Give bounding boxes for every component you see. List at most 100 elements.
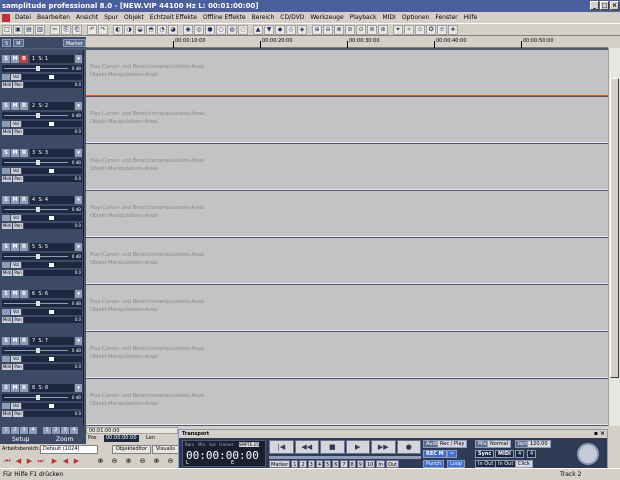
track-lane[interactable]: Play-Cursor- und Bereichsmanipulations-A… <box>86 97 608 143</box>
midi-button[interactable]: MIDI <box>495 450 514 458</box>
menu-bearbeiten[interactable]: Bearbeiten <box>34 14 73 21</box>
record-arm-button[interactable]: R <box>20 102 28 110</box>
pan-button[interactable]: Pan <box>13 270 23 276</box>
scissors-icon[interactable]: ✂ <box>447 450 458 458</box>
track-meter[interactable]: 0 dB <box>2 394 82 401</box>
midi-in-out[interactable]: In Out <box>495 460 517 468</box>
vol-button[interactable]: Vol <box>11 262 21 268</box>
record-arm-button[interactable]: R <box>20 290 28 298</box>
maximize-button[interactable]: □ <box>600 1 609 10</box>
record-arm-button[interactable]: R <box>20 149 28 157</box>
fx-button[interactable] <box>2 74 10 80</box>
toolbar-icon[interactable]: ✂ <box>50 24 60 35</box>
track-lane[interactable]: Play-Cursor- und Bereichsmanipulations-A… <box>86 238 608 284</box>
minimize-button[interactable]: _ <box>590 1 599 10</box>
track-lane[interactable]: Play-Cursor- und Bereichsmanipulations-A… <box>86 285 608 331</box>
menu-optionen[interactable]: Optionen <box>399 14 433 21</box>
click-button[interactable]: Click <box>515 460 533 468</box>
track-name[interactable]: 4 S: 4 <box>30 196 74 204</box>
menu-datei[interactable]: Datei <box>12 14 34 21</box>
vol-button[interactable]: Vol <box>11 168 21 174</box>
toolbar-icon[interactable]: ⊛ <box>378 24 388 35</box>
track-lane[interactable]: Play-Cursor- und Bereichsmanipulations-A… <box>86 50 608 96</box>
solo-button[interactable]: S <box>2 243 10 251</box>
zoom-out-icon[interactable]: ⊖ <box>110 457 119 466</box>
display-mode-frames[interactable]: Frames <box>219 442 234 447</box>
vol-button[interactable]: Vol <box>11 403 21 409</box>
fast-forward-button[interactable]: ▶▶ <box>371 440 396 454</box>
menu-objekt[interactable]: Objekt <box>121 14 147 21</box>
track-name[interactable]: 7 S: 7 <box>30 337 74 345</box>
vol-fader[interactable] <box>22 356 82 362</box>
scrollbar-thumb[interactable] <box>610 78 619 378</box>
time-display[interactable]: Bars Min Sec Frames SMPTE 25 00:00:00:00… <box>182 440 266 467</box>
menu-hilfe[interactable]: Hilfe <box>461 14 481 21</box>
record-button[interactable]: ● <box>396 440 421 454</box>
solo-button[interactable]: S <box>2 290 10 298</box>
toolbar-icon[interactable]: ✪ <box>426 24 436 35</box>
track-lane[interactable]: Play-Cursor- und Bereichsmanipulations-A… <box>86 191 608 237</box>
chevron-down-icon[interactable]: ▼ <box>75 243 82 251</box>
workspace-select[interactable]: Default (1024) <box>40 445 98 454</box>
marker-next-icon[interactable]: ▶ <box>72 457 81 466</box>
forward-end-icon[interactable]: ⏭ <box>36 457 45 466</box>
marker-1-button[interactable]: 1 <box>291 460 299 468</box>
pan-value[interactable]: 0.0 <box>24 176 82 182</box>
toolbar-icon[interactable]: ✦ <box>393 24 403 35</box>
toolbar-icon[interactable]: ◔ <box>157 24 167 35</box>
display-mode-min[interactable]: Min <box>198 442 205 447</box>
smpte-select[interactable]: SMPTE 25 <box>239 442 259 447</box>
track-meter[interactable]: 0 dB <box>2 347 82 354</box>
toolbar-icon[interactable]: ⊚ <box>367 24 377 35</box>
master-s-button[interactable]: S <box>2 38 12 47</box>
track-meter[interactable]: 0 dB <box>2 206 82 213</box>
toolbar-icon[interactable]: ◎ <box>194 24 204 35</box>
mute-button[interactable]: M <box>11 384 19 392</box>
toolbar-icon[interactable]: ✩ <box>415 24 425 35</box>
vol-button[interactable]: Vol <box>11 74 21 80</box>
track-meter[interactable]: 0 dB <box>2 112 82 119</box>
zoom-all-icon[interactable]: ⊖ <box>166 457 175 466</box>
toolbar-icon[interactable]: ⊘ <box>345 24 355 35</box>
menu-spur[interactable]: Spur <box>101 14 121 21</box>
visualis-button[interactable]: Visualis <box>152 445 179 454</box>
record-arm-button[interactable]: R <box>20 196 28 204</box>
midi-button[interactable]: Midi <box>2 129 12 135</box>
vertical-scrollbar[interactable] <box>608 48 620 426</box>
volume-slider-knob[interactable] <box>36 254 40 259</box>
horizontal-scrollbar[interactable]: 00:01:00:00 <box>86 427 178 434</box>
chevron-down-icon[interactable]: ▼ <box>75 196 82 204</box>
toolbar-icon[interactable]: ⊕ <box>312 24 322 35</box>
display-mode-bars[interactable]: Bars <box>185 442 194 447</box>
marker-9-button[interactable]: 9 <box>356 460 364 468</box>
midi-button[interactable]: Midi <box>2 364 12 370</box>
solo-button[interactable]: S <box>2 102 10 110</box>
pos-value[interactable]: 00:00:00:00 <box>104 435 139 442</box>
toolbar-icon[interactable]: ◓ <box>146 24 156 35</box>
menu-bereich[interactable]: Bereich <box>249 14 278 21</box>
sync-button[interactable]: Sync <box>475 450 495 458</box>
chevron-down-icon[interactable]: ▼ <box>75 384 82 392</box>
forward-icon[interactable]: ▶ <box>25 457 34 466</box>
marker-set-icon[interactable]: ▶ <box>50 457 59 466</box>
pan-button[interactable]: Pan <box>13 317 23 323</box>
toolbar-icon[interactable]: ⊗ <box>334 24 344 35</box>
marker-dropdown[interactable]: Marker <box>62 38 86 47</box>
close-button[interactable]: × <box>610 1 619 10</box>
scrub-knob[interactable] <box>577 443 599 465</box>
volume-slider-knob[interactable] <box>36 395 40 400</box>
toolbar-icon[interactable]: ▣ <box>13 24 23 35</box>
toolbar-icon[interactable]: ⊙ <box>356 24 366 35</box>
track-lane[interactable]: Play-Cursor- und Bereichsmanipulations-A… <box>86 144 608 190</box>
marker-4-button[interactable]: 4 <box>315 460 324 468</box>
out-button[interactable]: Out <box>386 460 400 468</box>
toolbar-icon[interactable]: ▤ <box>24 24 34 35</box>
record-arm-button[interactable]: R <box>20 337 28 345</box>
pan-button[interactable]: Pan <box>13 176 23 182</box>
toolbar-icon[interactable]: ▲ <box>253 24 263 35</box>
toolbar-icon[interactable]: ⎗ <box>72 24 82 35</box>
marker-button[interactable]: Marker <box>269 460 291 468</box>
toolbar-icon[interactable]: ◑ <box>124 24 134 35</box>
fx-button[interactable] <box>2 121 10 127</box>
solo-button[interactable]: S <box>2 337 10 345</box>
